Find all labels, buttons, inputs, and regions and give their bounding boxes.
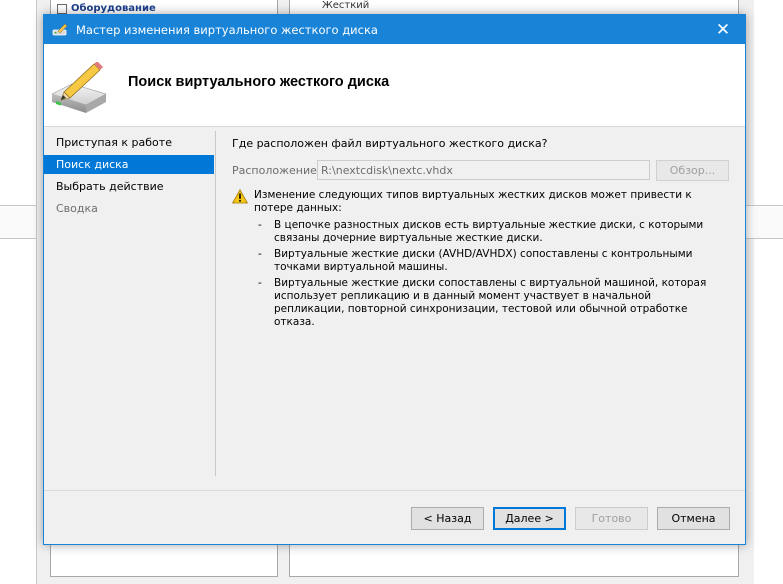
wizard-app-icon	[52, 23, 68, 35]
close-icon: ✕	[715, 19, 731, 40]
dash: -	[258, 277, 262, 289]
location-row: Расположение: R:\nextcdisk\nextc.vhdx Об…	[232, 160, 732, 182]
warning-item-text: В цепочке разностных дисков есть виртуал…	[274, 219, 704, 244]
browse-button: Обзор...	[656, 160, 729, 181]
dash: -	[258, 219, 262, 231]
page-title: Поиск виртуального жесткого диска	[128, 74, 390, 90]
next-button[interactable]: Далее >	[493, 507, 566, 530]
wizard-dialog: Мастер изменения виртуального жесткого д…	[43, 14, 746, 545]
expand-icon[interactable]	[57, 3, 67, 14]
warning-icon	[232, 189, 248, 204]
nav-item-getting-started[interactable]: Приступая к работе	[44, 133, 214, 152]
warning-item-text: Виртуальные жесткие диски (AVHD/AVHDX) с…	[274, 248, 693, 273]
nav-item-locate-disk[interactable]: Поиск диска	[44, 155, 214, 174]
location-label: Расположение:	[232, 164, 321, 177]
disk-edit-icon	[51, 62, 107, 113]
back-button[interactable]: < Назад	[411, 507, 484, 530]
bg-strip-right	[746, 205, 783, 239]
warning-item-text: Виртуальные жесткие диски сопоставлены с…	[274, 277, 707, 328]
close-button[interactable]: ✕	[701, 15, 745, 44]
nav-divider	[215, 131, 216, 476]
cancel-button[interactable]: Отмена	[657, 507, 730, 530]
footer-divider	[44, 490, 745, 491]
bg-tree-item-label: Оборудование	[71, 3, 156, 14]
titlebar[interactable]: Мастер изменения виртуального жесткого д…	[44, 15, 745, 44]
wizard-content: Где расположен файл виртуального жестког…	[232, 135, 732, 328]
wizard-header: Поиск виртуального жесткого диска	[44, 44, 745, 127]
warning-text: Изменение следующих типов виртуальных же…	[254, 189, 724, 332]
dash: -	[258, 248, 262, 260]
warning-intro: Изменение следующих типов виртуальных же…	[254, 189, 692, 214]
location-input: R:\nextcdisk\nextc.vhdx	[317, 160, 650, 180]
list-item: - Виртуальные жесткие диски (AVHD/AVHDX) …	[254, 248, 724, 274]
question-text: Где расположен файл виртуального жестког…	[232, 137, 548, 150]
dialog-title: Мастер изменения виртуального жесткого д…	[76, 22, 378, 37]
nav-item-choose-action[interactable]: Выбрать действие	[44, 177, 214, 196]
nav-item-summary: Сводка	[56, 202, 98, 215]
finish-button: Готово	[575, 507, 648, 530]
warning-list: -В цепочке разностных дисков есть виртуа…	[254, 219, 724, 329]
wizard-nav: Приступая к работе Поиск диска Выбрать д…	[44, 133, 214, 221]
list-item: -В цепочке разностных дисков есть виртуа…	[254, 219, 724, 245]
bg-strip-left	[0, 205, 36, 239]
list-item: - Виртуальные жесткие диски сопоставлены …	[254, 277, 724, 329]
bg-right-text: Жесткий	[322, 0, 370, 11]
